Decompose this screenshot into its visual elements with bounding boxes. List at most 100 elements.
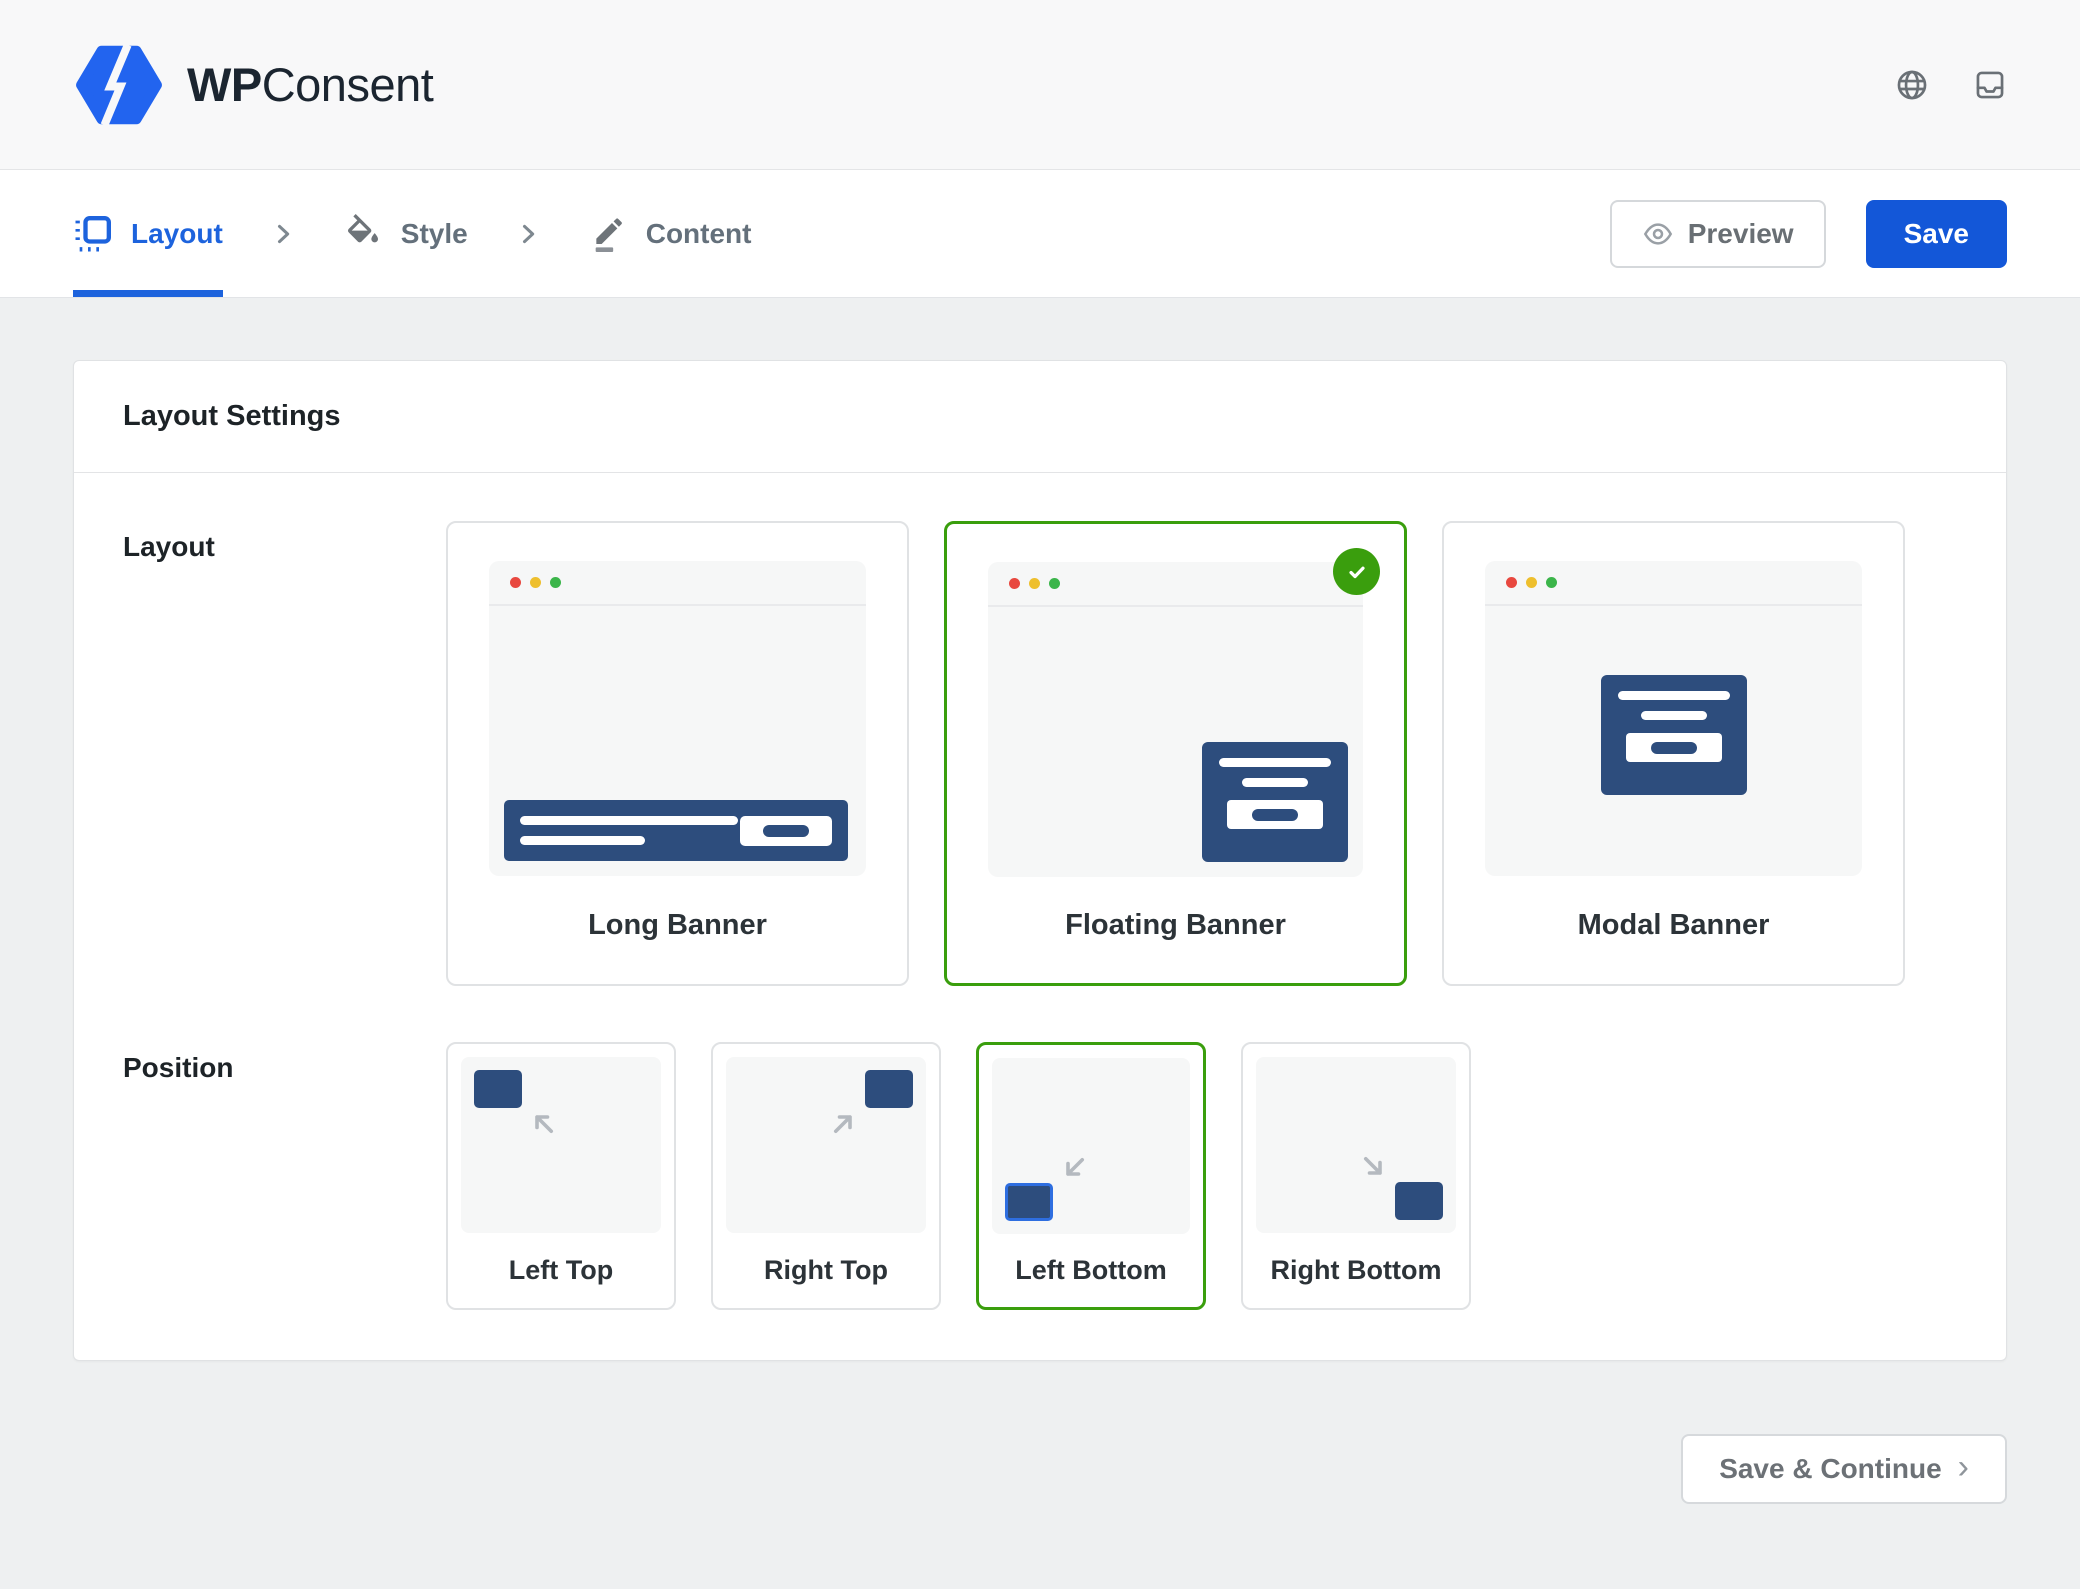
check-icon xyxy=(1344,559,1370,585)
nav-actions: Preview Save xyxy=(1610,200,2007,268)
banner-line xyxy=(1641,711,1707,720)
banner-line xyxy=(520,836,645,845)
chevron-right-icon xyxy=(514,220,542,248)
banner-button-shape xyxy=(1626,733,1722,762)
banner-line xyxy=(1618,691,1730,700)
window-dot-green-icon xyxy=(1546,577,1557,588)
browser-body xyxy=(988,607,1363,877)
save-button-label: Save xyxy=(1904,218,1969,250)
footer-actions: Save & Continue › xyxy=(73,1434,2007,1504)
brand-wordmark-bold: WP xyxy=(187,58,262,111)
banner-button-pill xyxy=(1252,809,1298,821)
layout-option-label: Long Banner xyxy=(448,876,907,984)
tab-layout[interactable]: Layout xyxy=(73,170,223,297)
position-preview xyxy=(1256,1057,1456,1233)
banner-text-lines xyxy=(520,816,738,845)
layout-step-icon xyxy=(73,214,113,254)
layout-row: Layout xyxy=(123,521,1957,986)
position-option-label: Right Top xyxy=(713,1233,939,1308)
banner-button-pill xyxy=(763,825,809,837)
preview-button-label: Preview xyxy=(1688,218,1794,250)
app-header: WPConsent xyxy=(0,0,2080,170)
banner-position-rect xyxy=(474,1070,522,1108)
layout-option-modal-banner[interactable]: Modal Banner xyxy=(1442,521,1905,986)
window-dot-yellow-icon xyxy=(1526,577,1537,588)
save-continue-button[interactable]: Save & Continue › xyxy=(1681,1434,2007,1504)
position-option-right-top[interactable]: Right Top xyxy=(711,1042,941,1310)
wpconsent-logo-icon xyxy=(73,45,165,125)
window-dot-yellow-icon xyxy=(530,577,541,588)
position-row: Position Left Top xyxy=(123,1042,1957,1310)
position-option-label: Left Top xyxy=(448,1233,674,1308)
banner-position-rect xyxy=(865,1070,913,1108)
layout-option-label: Modal Banner xyxy=(1444,876,1903,984)
long-banner-shape xyxy=(504,800,848,861)
layout-option-label: Floating Banner xyxy=(947,877,1404,983)
browser-body xyxy=(1485,606,1862,876)
banner-position-rect xyxy=(1395,1182,1443,1220)
workflow-steps: Layout Style Content xyxy=(73,170,751,297)
globe-icon[interactable] xyxy=(1895,68,1929,102)
position-preview xyxy=(461,1057,661,1233)
panel-title: Layout Settings xyxy=(123,400,1957,433)
banner-button-shape xyxy=(740,816,832,846)
window-dot-green-icon xyxy=(1049,578,1060,589)
chevron-right-icon xyxy=(269,220,297,248)
step-navigation: Layout Style Content xyxy=(0,170,2080,298)
banner-line xyxy=(520,816,738,825)
layout-settings-panel: Layout Settings Layout xyxy=(73,360,2007,1361)
modal-banner-shape xyxy=(1601,675,1747,795)
browser-chrome xyxy=(988,562,1363,607)
eye-icon xyxy=(1642,218,1674,250)
position-option-left-top[interactable]: Left Top xyxy=(446,1042,676,1310)
position-preview xyxy=(726,1057,926,1233)
browser-chrome xyxy=(1485,561,1862,606)
position-option-left-bottom[interactable]: Left Bottom xyxy=(976,1042,1206,1310)
modal-banner-preview xyxy=(1485,561,1862,876)
floating-banner-preview xyxy=(988,562,1363,877)
tab-content[interactable]: Content xyxy=(588,170,752,297)
banner-button-shape xyxy=(1227,800,1323,829)
position-preview xyxy=(992,1058,1190,1234)
save-continue-label: Save & Continue xyxy=(1719,1453,1941,1485)
position-option-label: Left Bottom xyxy=(979,1234,1203,1307)
panel-header: Layout Settings xyxy=(74,361,2006,473)
window-dot-yellow-icon xyxy=(1029,578,1040,589)
tab-layout-label: Layout xyxy=(131,218,223,250)
brand-wordmark: WPConsent xyxy=(187,57,433,112)
arrow-up-right-icon xyxy=(826,1105,862,1141)
layout-options: Long Banner xyxy=(446,521,1905,986)
banner-position-rect xyxy=(1005,1183,1053,1221)
browser-chrome xyxy=(489,561,866,606)
banner-line xyxy=(1242,778,1308,787)
window-dot-red-icon xyxy=(1506,577,1517,588)
window-dot-red-icon xyxy=(1009,578,1020,589)
layout-option-long-banner[interactable]: Long Banner xyxy=(446,521,909,986)
banner-button-pill xyxy=(1651,742,1697,754)
position-option-right-bottom[interactable]: Right Bottom xyxy=(1241,1042,1471,1310)
position-options: Left Top Right Top xyxy=(446,1042,1471,1310)
paint-bucket-icon xyxy=(343,214,383,254)
layout-option-floating-banner[interactable]: Floating Banner xyxy=(944,521,1407,986)
layout-row-label: Layout xyxy=(123,521,446,563)
chevron-right-icon: › xyxy=(1958,1450,1969,1488)
topbar-icons xyxy=(1895,68,2007,102)
window-dot-green-icon xyxy=(550,577,561,588)
arrow-up-left-icon xyxy=(525,1105,561,1141)
pencil-icon xyxy=(588,214,628,254)
save-button[interactable]: Save xyxy=(1866,200,2007,268)
panel-body: Layout xyxy=(74,473,2006,1360)
arrow-down-left-icon xyxy=(1056,1150,1092,1186)
inbox-icon[interactable] xyxy=(1973,68,2007,102)
position-option-label: Right Bottom xyxy=(1243,1233,1469,1308)
tab-style-label: Style xyxy=(401,218,468,250)
floating-banner-shape xyxy=(1202,742,1348,862)
tab-style[interactable]: Style xyxy=(343,170,468,297)
preview-button[interactable]: Preview xyxy=(1610,200,1826,268)
position-row-label: Position xyxy=(123,1042,446,1084)
long-banner-preview xyxy=(489,561,866,876)
window-dot-red-icon xyxy=(510,577,521,588)
banner-line xyxy=(1219,758,1331,767)
brand-logo: WPConsent xyxy=(73,45,433,125)
arrow-down-right-icon xyxy=(1356,1149,1392,1185)
